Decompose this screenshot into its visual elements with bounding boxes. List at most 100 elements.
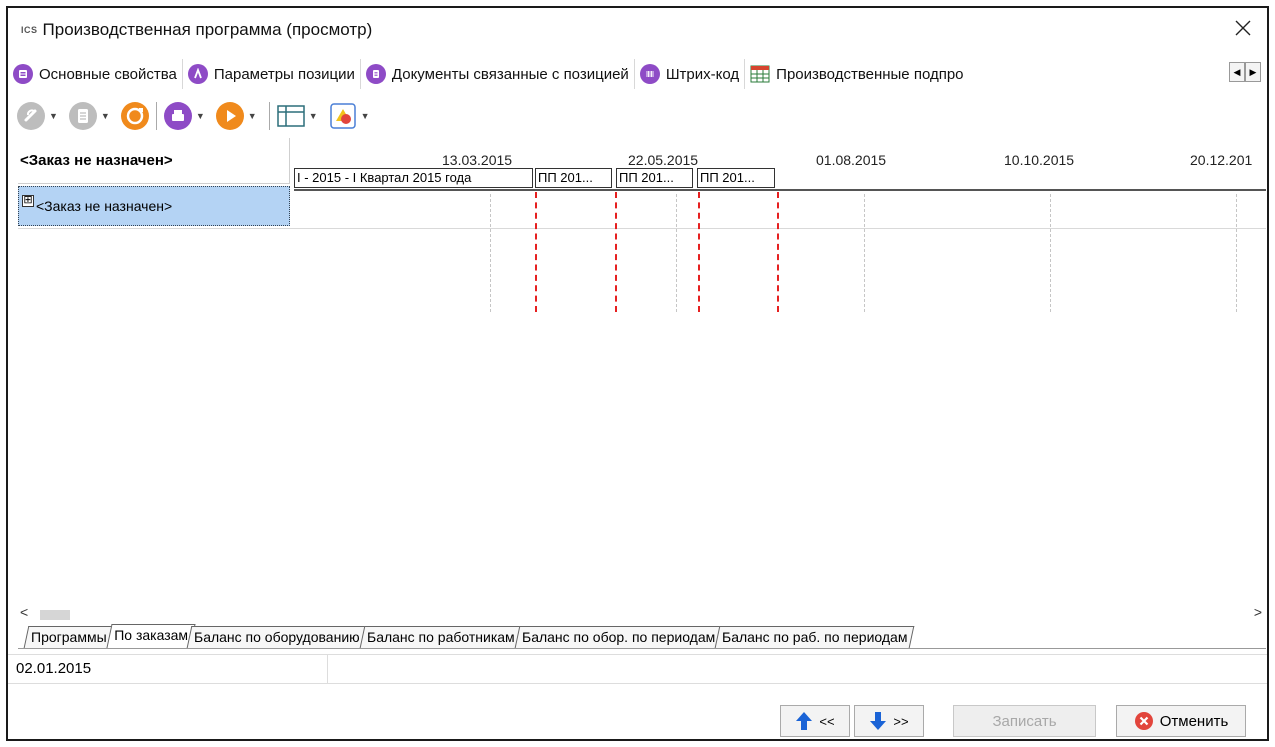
view-tabs: Программы По заказам Баланс по оборудова… (23, 624, 915, 648)
color-button[interactable]: ▼ (328, 101, 376, 131)
period-bar[interactable]: I - 2015 - I Квартал 2015 года (294, 168, 533, 188)
previous-label: << (819, 713, 835, 729)
previous-button[interactable]: << (780, 705, 850, 737)
tab-label: Параметры позиции (213, 65, 355, 83)
timeline-date: 13.03.2015 (442, 152, 513, 168)
status-date: 02.01.2015 (8, 654, 328, 684)
gantt-row[interactable]: ⊞ <Заказ не назначен> (18, 186, 290, 226)
tab-scroll-buttons: ◀ ▶ (1229, 62, 1261, 82)
toolbar-separator (268, 102, 270, 130)
barcode-icon (639, 64, 660, 84)
print-button[interactable]: ▼ (163, 101, 211, 131)
tab-label: Баланс по обор. по периодам (521, 629, 716, 645)
tab-scroll-right-button[interactable]: ▶ (1245, 62, 1261, 82)
tab-main-properties[interactable]: Основные свойства (8, 59, 183, 89)
property-tabs: Основные свойства Параметры позиции Доку… (8, 56, 1267, 92)
next-button[interactable]: >> (854, 705, 924, 737)
tab-label: Баланс по оборудованию (194, 629, 361, 645)
gantt-chart: <Заказ не назначен> 13.03.2015 22.05.201… (18, 138, 1266, 606)
period-bar[interactable]: ПП 201... (535, 168, 612, 188)
timeline-date: 20.12.201 (1190, 152, 1253, 168)
period-bar[interactable]: ПП 201... (616, 168, 693, 188)
document-button[interactable]: ▼ (68, 101, 116, 131)
toolbar-separator (155, 102, 157, 130)
next-label: >> (893, 713, 909, 729)
tab-label: Баланс по раб. по периодам (722, 629, 908, 645)
arrow-up-icon (796, 712, 813, 730)
tab-related-documents[interactable]: Документы связанные с позицией (361, 59, 635, 89)
chevron-down-icon[interactable]: ▼ (49, 111, 58, 121)
timeline-axis (294, 189, 1266, 191)
tab-label: Основные свойства (39, 65, 177, 83)
chevron-down-icon[interactable]: ▼ (101, 111, 110, 121)
title-bar: ICS Производственная программа (просмотр… (8, 8, 1267, 52)
link-icon (17, 102, 45, 130)
timeline-header: 13.03.2015 22.05.2015 01.08.2015 10.10.2… (294, 138, 1266, 191)
tab-workers-balance-by-period[interactable]: Баланс по раб. по периодам (714, 626, 915, 648)
chevron-down-icon[interactable]: ▼ (248, 111, 257, 121)
tab-equipment-balance-by-period[interactable]: Баланс по обор. по периодам (514, 626, 723, 648)
grid-line (490, 194, 491, 312)
tab-by-orders[interactable]: По заказам (106, 624, 196, 648)
cancel-button[interactable]: Отменить (1116, 705, 1246, 737)
timeline-date: 01.08.2015 (816, 152, 887, 168)
window-title: Производственная программа (просмотр) (42, 20, 373, 39)
chevron-down-icon[interactable]: ▼ (361, 111, 370, 121)
app-logo: ICS (21, 25, 38, 35)
tabs-baseline (18, 648, 1266, 649)
link-button[interactable]: ▼ (16, 101, 64, 131)
scroll-right-icon[interactable]: > (1254, 604, 1262, 620)
row-divider (18, 228, 1266, 229)
table-icon (750, 64, 771, 84)
tab-label: Программы (31, 629, 107, 645)
refresh-button[interactable] (120, 101, 150, 131)
grid-line (1050, 194, 1051, 312)
close-icon (1235, 20, 1251, 36)
timeline-date: 10.10.2015 (1004, 152, 1075, 168)
run-button[interactable]: ▼ (215, 101, 263, 131)
parameters-icon (187, 64, 208, 84)
tab-label: По заказам (113, 627, 188, 643)
main-window: ICS Производственная программа (просмотр… (6, 6, 1269, 741)
documents-icon (365, 64, 386, 84)
status-bar: 02.01.2015 (8, 654, 1267, 684)
grid-line (676, 194, 677, 312)
grid-layout-icon (276, 105, 305, 127)
horizontal-scrollbar[interactable]: < > (18, 604, 1266, 622)
play-icon (215, 102, 244, 130)
period-bar[interactable]: ПП 201... (697, 168, 775, 188)
expand-icon[interactable]: ⊞ (22, 195, 34, 207)
grid-line (864, 194, 865, 312)
tab-label: Документы связанные с позицией (391, 65, 629, 83)
row-label: <Заказ не назначен> (36, 198, 173, 214)
tab-position-parameters[interactable]: Параметры позиции (183, 59, 361, 89)
tab-production-subprograms[interactable]: Производственные подпро (745, 59, 968, 89)
tab-label: Штрих-код (665, 65, 740, 83)
timeline-date: 22.05.2015 (628, 152, 699, 168)
tab-label: Баланс по работникам (367, 629, 515, 645)
tab-barcode[interactable]: Штрих-код (635, 59, 746, 89)
close-button[interactable] (1229, 14, 1257, 42)
cancel-icon (1134, 712, 1153, 730)
scroll-thumb[interactable] (40, 610, 70, 620)
refresh-icon (120, 102, 149, 130)
tab-workers-balance[interactable]: Баланс по работникам (359, 626, 523, 648)
print-icon (163, 102, 192, 130)
save-button[interactable]: Записать (953, 705, 1096, 737)
tab-scroll-left-button[interactable]: ◀ (1229, 62, 1245, 82)
arrow-down-icon (870, 712, 887, 730)
palette-icon (329, 103, 356, 129)
period-boundary-line (535, 192, 537, 312)
toolbar: ▼ ▼ ▼ ▼ ▼ ▼ (8, 96, 1267, 136)
tab-programs[interactable]: Программы (23, 626, 114, 648)
period-boundary-line (777, 192, 779, 312)
scroll-left-icon[interactable]: < (20, 604, 28, 620)
chevron-down-icon[interactable]: ▼ (309, 111, 318, 121)
period-boundary-line (615, 192, 617, 312)
grid-line (1236, 194, 1237, 312)
tab-equipment-balance[interactable]: Баланс по оборудованию (187, 626, 368, 648)
tab-label: Производственные подпро (776, 65, 964, 83)
chevron-down-icon[interactable]: ▼ (196, 111, 205, 121)
save-label: Записать (992, 712, 1057, 730)
layout-button[interactable]: ▼ (276, 103, 324, 129)
